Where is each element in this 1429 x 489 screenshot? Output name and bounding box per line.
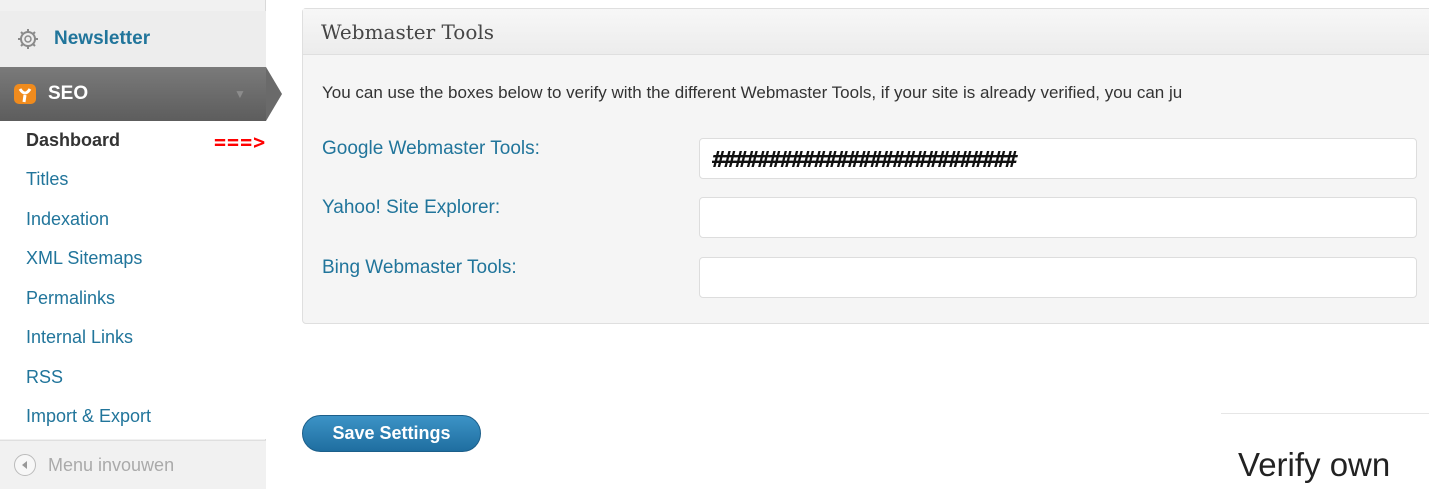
collapse-menu-button[interactable]: Menu invouwen	[0, 440, 266, 489]
submenu-item-internal-links[interactable]: Internal Links	[26, 322, 133, 352]
save-settings-button[interactable]: Save Settings	[302, 415, 481, 452]
submenu-item-permalinks[interactable]: Permalinks	[26, 283, 115, 313]
annotation-arrow: ===>	[214, 130, 267, 154]
panel-header: Webmaster Tools	[303, 9, 1429, 55]
submenu-item-indexation[interactable]: Indexation	[26, 204, 109, 234]
menu-item-newsletter-label: Newsletter	[54, 28, 151, 49]
menu-item-newsletter[interactable]: Newsletter	[0, 11, 266, 67]
collapse-menu-label: Menu invouwen	[48, 454, 175, 475]
google-webmaster-input[interactable]	[699, 138, 1417, 179]
admin-sidebar: Newsletter SEO ▼ Dashboard Titles Indexa…	[0, 0, 282, 489]
divider	[1221, 413, 1429, 414]
bing-webmaster-input[interactable]	[699, 257, 1417, 298]
submenu-item-import-export[interactable]: Import & Export	[26, 401, 151, 431]
collapse-arrow-icon	[14, 454, 36, 476]
menu-item-seo-label: SEO	[48, 83, 89, 104]
bing-webmaster-label: Bing Webmaster Tools:	[322, 257, 517, 278]
yahoo-site-explorer-input[interactable]	[699, 197, 1417, 238]
submenu-item-titles[interactable]: Titles	[26, 164, 68, 194]
google-webmaster-label: Google Webmaster Tools:	[322, 138, 540, 159]
verify-ownership-heading: Verify own	[1238, 446, 1391, 483]
chevron-down-icon[interactable]: ▼	[234, 87, 246, 101]
gear-icon	[16, 27, 40, 51]
seo-submenu: Dashboard Titles Indexation XML Sitemaps…	[0, 121, 266, 439]
menu-item-seo[interactable]: SEO ▼	[0, 67, 266, 121]
webmaster-tools-panel: Webmaster Tools You can use the boxes be…	[302, 8, 1429, 324]
panel-description: You can use the boxes below to verify wi…	[322, 83, 1183, 102]
yahoo-site-explorer-label: Yahoo! Site Explorer:	[322, 197, 501, 218]
submenu-item-rss[interactable]: RSS	[26, 362, 63, 392]
submenu-item-dashboard[interactable]: Dashboard	[26, 125, 120, 155]
submenu-item-xml-sitemaps[interactable]: XML Sitemaps	[26, 243, 142, 273]
current-menu-pointer	[266, 67, 282, 121]
yoast-seo-icon	[12, 81, 38, 107]
panel-title: Webmaster Tools	[321, 19, 495, 44]
